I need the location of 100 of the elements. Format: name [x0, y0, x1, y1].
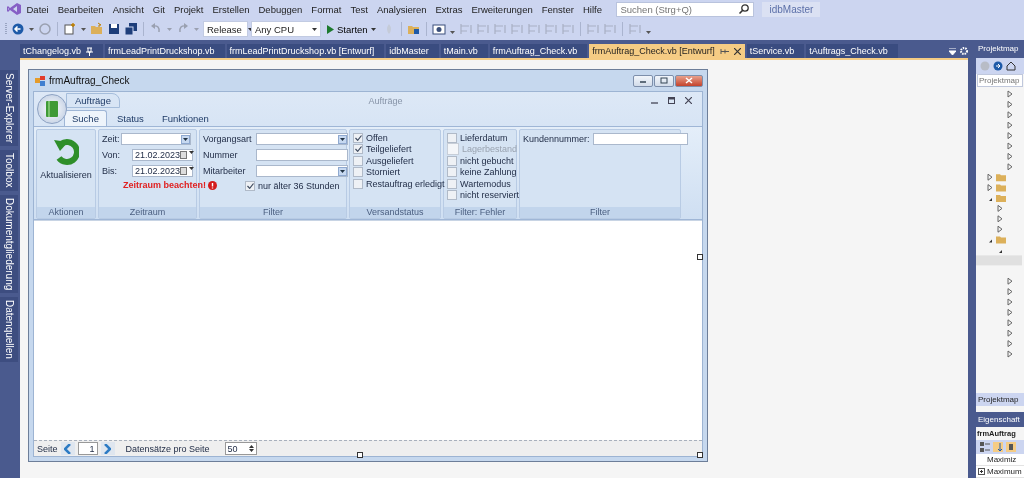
side-panel-tab[interactable]: Dokumentgliederung — [0, 194, 18, 293]
menu-item[interactable]: Debuggen — [254, 2, 307, 16]
solution-name-badge: idbMaster — [762, 1, 821, 17]
menu-item[interactable]: Fenster — [537, 2, 579, 16]
date-field[interactable]: 21.02.2023 — [132, 165, 193, 177]
document-tab[interactable]: frmAuftrag_Check.vb — [489, 44, 588, 58]
checkbox[interactable] — [245, 180, 255, 191]
input-field[interactable] — [592, 133, 688, 145]
back-icon[interactable] — [11, 22, 25, 36]
document-tab[interactable]: idbMaster — [386, 44, 439, 58]
input-field[interactable] — [256, 149, 348, 161]
start-button[interactable]: Starten — [324, 21, 379, 37]
checkbox-label: nicht gebucht — [460, 155, 514, 166]
checkbox[interactable] — [447, 132, 457, 143]
ribbon-tab[interactable]: Status — [108, 110, 152, 126]
field-label: Vorgangsart — [203, 134, 253, 144]
checkbox[interactable] — [353, 178, 363, 189]
checkbox[interactable] — [353, 132, 363, 143]
menu-item[interactable]: Analysieren — [372, 2, 431, 16]
grip-icon — [5, 22, 8, 36]
new-item-icon[interactable] — [63, 22, 77, 36]
search-field[interactable]: Suchen (Strg+Q) — [616, 1, 755, 17]
categorized-icon[interactable] — [980, 442, 990, 452]
document-tab[interactable]: tChangelog.vb — [20, 44, 104, 58]
search-field[interactable]: Projektmap — [977, 74, 1023, 87]
document-tab[interactable]: frmLeadPrintDruckshop.vb — [105, 44, 225, 58]
checkbox-label: Restauftrag erledigt — [366, 178, 445, 189]
document-tab[interactable]: frmAuftrag_Check.vb [Entwurf] — [589, 44, 745, 58]
page-size-spinner[interactable]: 50 — [224, 442, 257, 455]
quick-access-tab[interactable]: Aufträge — [66, 93, 120, 108]
next-page-button[interactable] — [100, 442, 115, 455]
checkbox[interactable] — [447, 178, 457, 189]
save-all-icon[interactable] — [124, 22, 138, 36]
panel-tab[interactable]: Projektmap — [976, 393, 1024, 406]
dropdown-button[interactable] — [181, 134, 190, 144]
tab-list-icon[interactable] — [949, 47, 956, 55]
maximize-button[interactable] — [654, 74, 674, 87]
menu-item[interactable]: Ansicht — [108, 2, 149, 16]
close-icon[interactable] — [685, 97, 692, 104]
menu-item[interactable]: Erstellen — [208, 2, 254, 16]
maximize-icon[interactable] — [668, 97, 675, 104]
caret-icon — [340, 169, 345, 173]
caret-icon[interactable] — [189, 151, 195, 154]
document-tab[interactable]: frmLeadPrintDruckshop.vb [Entwurf] — [226, 44, 385, 58]
caret-icon[interactable] — [189, 167, 195, 170]
menu-item[interactable]: Format — [306, 2, 346, 16]
ribbon-tab[interactable]: Funktionen — [153, 110, 217, 126]
configuration-dropdown[interactable]: Release — [203, 21, 248, 37]
ribbon-tab[interactable]: Suche — [64, 110, 107, 126]
side-panel-tab[interactable]: Server-Explorer — [0, 70, 18, 147]
save-icon[interactable] — [107, 22, 121, 36]
document-tab[interactable]: tAuftrags_Check.vb — [806, 44, 898, 58]
document-tab[interactable]: tMain.vb — [440, 44, 488, 58]
checkbox-label: Lagerbestand — [462, 144, 518, 155]
menu-item[interactable]: Datei — [22, 2, 54, 16]
platform-dropdown[interactable]: Any CPU — [251, 21, 321, 37]
checkbox[interactable] — [447, 190, 457, 201]
menu-item[interactable]: Erweiterungen — [466, 2, 538, 16]
side-panel-tab[interactable]: Toolbox — [0, 150, 18, 191]
screenshot-icon[interactable] — [431, 22, 446, 36]
visual-studio-logo-icon — [6, 2, 22, 16]
document-tab[interactable]: tService.vb — [746, 44, 805, 58]
resize-handle[interactable] — [357, 452, 363, 458]
property-name: Maximum — [987, 467, 1022, 476]
checkbox[interactable] — [353, 167, 363, 178]
alphabetical-icon[interactable] — [993, 442, 1003, 452]
dropdown-field[interactable] — [121, 133, 191, 145]
pin-icon[interactable] — [719, 47, 729, 55]
page-number-field[interactable]: 1 — [77, 442, 98, 455]
refresh-button[interactable]: Aktualisieren — [40, 136, 92, 180]
home-icon[interactable] — [1006, 61, 1016, 71]
forward-icon[interactable] — [993, 61, 1003, 71]
resize-handle[interactable] — [697, 254, 703, 260]
close-button[interactable] — [675, 74, 703, 87]
dropdown-field[interactable] — [256, 165, 348, 177]
dropdown-field[interactable] — [256, 133, 348, 145]
menu-item[interactable]: Bearbeiten — [53, 2, 109, 16]
minimize-button[interactable] — [633, 74, 653, 87]
checkbox[interactable] — [353, 155, 363, 166]
menu-item[interactable]: Projekt — [169, 2, 208, 16]
checkbox-label: Storniert — [366, 167, 400, 178]
menu-item[interactable]: Extras — [431, 2, 467, 16]
checkbox[interactable] — [353, 144, 363, 155]
menu-item[interactable]: Git — [148, 2, 170, 16]
date-field[interactable]: 21.02.2023 — [132, 149, 193, 161]
resize-handle[interactable] — [697, 452, 703, 458]
checkbox[interactable] — [447, 155, 457, 166]
close-icon[interactable] — [733, 47, 741, 55]
dropdown-button[interactable] — [338, 134, 347, 144]
side-panel-tab[interactable]: Datenquellen — [0, 296, 18, 362]
settings-icon[interactable] — [960, 47, 968, 55]
property-pages-icon[interactable] — [1006, 442, 1016, 452]
application-menu-button[interactable] — [37, 94, 67, 124]
previous-page-button[interactable] — [60, 442, 75, 455]
checkbox[interactable] — [447, 167, 457, 178]
caret-icon — [247, 27, 253, 31]
expand-icon[interactable] — [978, 468, 985, 475]
menu-item[interactable]: Test — [345, 2, 373, 16]
menu-item[interactable]: Hilfe — [578, 2, 607, 16]
dropdown-button[interactable] — [338, 166, 347, 176]
